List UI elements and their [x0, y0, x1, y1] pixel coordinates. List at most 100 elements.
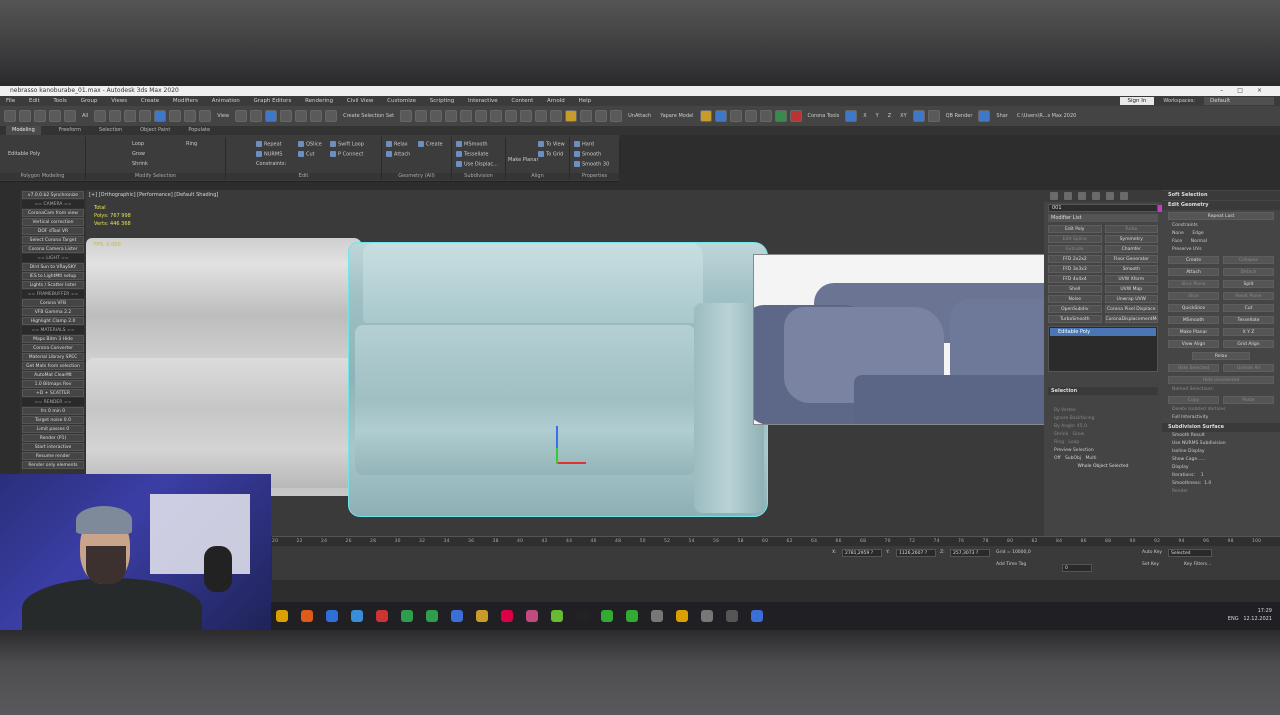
warning-icon[interactable]: [565, 110, 578, 122]
to-grid-button[interactable]: To Grid: [538, 151, 563, 158]
msmooth-button[interactable]: MSmooth: [456, 141, 488, 148]
redo-icon[interactable]: [19, 110, 31, 122]
menu-file[interactable]: File: [6, 98, 15, 104]
constraint-normal[interactable]: Normal: [1191, 239, 1207, 244]
selection-set-dropdown[interactable]: Create Selection Set: [340, 113, 397, 119]
hard-button[interactable]: Hard: [574, 141, 594, 148]
taskbar-app-icon[interactable]: [576, 610, 588, 622]
menu-modifiers[interactable]: Modifiers: [173, 98, 198, 104]
toolbox-row[interactable]: 1.0 Bitmaps Rev: [22, 380, 84, 388]
hierarchy-tab-icon[interactable]: [1078, 192, 1086, 200]
create-button-panel[interactable]: Create: [1168, 256, 1219, 264]
toolbox-row[interactable]: +D + SCATTER: [22, 389, 84, 397]
smooth-result-checkbox[interactable]: Smooth Result: [1162, 432, 1280, 440]
toolbox-row[interactable]: Start interactive: [22, 443, 84, 451]
preserve-uvs-checkbox[interactable]: Preserve UVs: [1162, 246, 1280, 254]
hide-unselected-button[interactable]: Hide Unselected: [1168, 376, 1274, 384]
axis-x-label[interactable]: X: [860, 113, 869, 119]
menu-scripting[interactable]: Scripting: [430, 98, 454, 104]
modifier-button[interactable]: Corona Pixel Displace: [1104, 305, 1158, 313]
grid-align-button[interactable]: Grid Align: [1223, 340, 1274, 348]
taskbar-app-icon[interactable]: [301, 610, 313, 622]
collapse-button[interactable]: Collapse: [1223, 256, 1274, 264]
snap-icon[interactable]: [265, 110, 278, 122]
toolbox-row[interactable]: Dlrd Sun to VRaySKY: [22, 263, 84, 271]
tab-selection[interactable]: Selection: [99, 126, 122, 135]
toolbox-row[interactable]: Corona VFB: [22, 299, 84, 307]
toolbox-row[interactable]: IES to LightMtl setup: [22, 272, 84, 280]
shrink-button-cmd[interactable]: Shrink: [1054, 432, 1068, 437]
toolbox-row[interactable]: Render only elements: [22, 461, 84, 469]
vrayare-model-button[interactable]: Yapare Model: [657, 113, 696, 119]
modifier-button[interactable]: UVW Xform: [1104, 275, 1158, 283]
gizmo-y-axis[interactable]: [556, 426, 558, 448]
preview-subobj[interactable]: SubObj: [1065, 456, 1081, 461]
modify-tab-icon[interactable]: [1064, 192, 1072, 200]
axis-z-label[interactable]: Z: [885, 113, 894, 119]
taskbar-app-icon[interactable]: [751, 610, 763, 622]
shrink-button[interactable]: Shrink: [132, 161, 148, 167]
render-setup-icon[interactable]: [505, 110, 518, 122]
create-tab-icon[interactable]: [1050, 192, 1058, 200]
smooth-button[interactable]: Smooth: [574, 151, 601, 158]
cylinder-icon[interactable]: [744, 110, 757, 122]
unattach-button[interactable]: UnAttach: [625, 113, 654, 119]
wand-icon[interactable]: [595, 110, 608, 122]
cut-button-panel[interactable]: Cut: [1223, 304, 1274, 312]
preview-off[interactable]: Off: [1054, 456, 1061, 461]
select-by-name-icon[interactable]: [109, 110, 122, 122]
reset-plane-button[interactable]: Reset Plane: [1223, 292, 1274, 300]
toolbox-row[interactable]: v7.0.0.b2 Synchronize: [22, 191, 84, 199]
iterations-spinner[interactable]: 1: [1201, 473, 1204, 478]
repeat-button[interactable]: Repeat: [256, 141, 282, 148]
qb-render-icon[interactable]: [927, 110, 940, 122]
menu-create[interactable]: Create: [141, 98, 159, 104]
window-crossing-icon[interactable]: [139, 110, 152, 122]
modifier-button[interactable]: Shell: [1048, 285, 1102, 293]
cube-icon[interactable]: [729, 110, 742, 122]
delete-isolated-checkbox[interactable]: Delete Isolated Vertices: [1162, 406, 1280, 414]
view-align-button[interactable]: View Align: [1168, 340, 1219, 348]
taskbar-app-icon[interactable]: [526, 610, 538, 622]
menu-group[interactable]: Group: [81, 98, 98, 104]
coord-y-field[interactable]: 1126,2607 ?: [896, 549, 936, 557]
timeline-ruler[interactable]: 20 22 24 26 28 30 32 34 36 38 40 42 44 46 48 50 52 54 56 58…: [272, 536, 1280, 546]
by-vertex-option[interactable]: By Vertex: [1044, 407, 1162, 415]
layer-icon[interactable]: [430, 110, 443, 122]
mirror-icon[interactable]: [400, 110, 413, 122]
spinner-snap-icon[interactable]: [310, 110, 323, 122]
tab-object-paint[interactable]: Object Paint: [140, 126, 170, 135]
make-planar-button[interactable]: Make Planar: [508, 157, 539, 163]
slice-button[interactable]: Slice: [1168, 292, 1219, 300]
tab-populate[interactable]: Populate: [188, 126, 210, 135]
coord-z-field[interactable]: 257,3073 ?: [950, 549, 990, 557]
use-nurms-checkbox[interactable]: Use NURMS Subdivision: [1162, 440, 1280, 448]
modifier-button[interactable]: CoronaDisplacementMod: [1104, 315, 1158, 323]
tessellate-button[interactable]: Tessellate: [456, 151, 488, 158]
use-displacement-button[interactable]: Use Displac...: [456, 161, 498, 168]
menu-views[interactable]: Views: [111, 98, 127, 104]
move-icon[interactable]: [154, 110, 167, 122]
select-icon[interactable]: [94, 110, 107, 122]
taskbar-app-icon[interactable]: [651, 610, 663, 622]
curve-editor-icon[interactable]: [460, 110, 473, 122]
percent-snap-icon[interactable]: [295, 110, 308, 122]
current-frame-field[interactable]: 0: [1062, 564, 1092, 572]
gizmo-x-axis[interactable]: [558, 462, 586, 464]
rotate-icon[interactable]: [169, 110, 182, 122]
grow-button-cmd[interactable]: Grow: [1073, 432, 1085, 437]
taskbar-app-icon[interactable]: [401, 610, 413, 622]
toolbox-row[interactable]: Lights / Scatter lister: [22, 281, 84, 289]
toolbox-row[interactable]: Highlight Clamp 2.0: [22, 317, 84, 325]
smoothness-spinner[interactable]: 1.0: [1204, 481, 1211, 486]
key-filters-button[interactable]: Key Filters...: [1184, 562, 1211, 567]
menu-animation[interactable]: Animation: [212, 98, 240, 104]
sign-in-button[interactable]: Sign In: [1119, 97, 1155, 105]
pivot-icon[interactable]: [235, 110, 248, 122]
modifier-button[interactable]: Unwrap UVW: [1104, 295, 1158, 303]
scene-explorer-icon[interactable]: [445, 110, 458, 122]
selection-set-key-dropdown[interactable]: Selected: [1168, 549, 1212, 557]
menu-customize[interactable]: Customize: [387, 98, 416, 104]
by-angle-option[interactable]: By Angle: 45.0: [1044, 423, 1162, 431]
taskbar-app-icon[interactable]: [376, 610, 388, 622]
